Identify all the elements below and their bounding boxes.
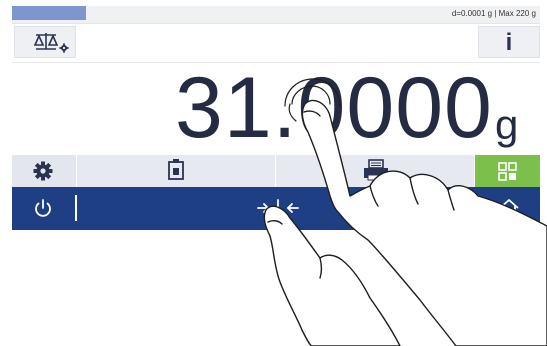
apps-grid-icon: [498, 162, 517, 181]
status-tab[interactable]: [12, 6, 86, 20]
readability-text: d=0.0001 g: [451, 9, 493, 18]
function-key-row: [12, 155, 540, 187]
home-icon: [499, 199, 519, 217]
print-button[interactable]: [276, 155, 475, 187]
weight-icon: [168, 159, 184, 180]
balance-settings-icon: [33, 33, 69, 53]
weight-display: 31.0000 g: [12, 62, 540, 155]
status-info: d=0.0001 g | Max 220 g: [452, 9, 536, 18]
home-button[interactable]: [478, 187, 540, 230]
printer-icon: [364, 159, 388, 181]
gear-icon: [33, 161, 53, 181]
zero-button[interactable]: [248, 187, 308, 230]
balance-screen: d=0.0001 g | Max 220 g i 31.0000 g: [12, 6, 540, 230]
apps-button[interactable]: [475, 155, 540, 187]
top-row: i: [12, 24, 540, 60]
weighing-button[interactable]: [77, 155, 276, 187]
capacity-text: Max 220 g: [498, 9, 536, 18]
navigation-bar: [12, 187, 540, 230]
zero-icon: [257, 199, 299, 217]
nav-separator-left: [75, 195, 77, 221]
status-separator: |: [494, 9, 497, 18]
info-icon: i: [505, 29, 513, 56]
weight-value: 31.0000: [175, 60, 493, 156]
status-bar: d=0.0001 g | Max 220 g: [12, 6, 540, 24]
info-button[interactable]: i: [478, 26, 540, 58]
power-icon: [35, 199, 51, 217]
settings-button[interactable]: [12, 155, 77, 187]
weight-unit: g: [495, 101, 519, 148]
power-button[interactable]: [12, 187, 74, 230]
balance-settings-button[interactable]: [14, 26, 76, 58]
